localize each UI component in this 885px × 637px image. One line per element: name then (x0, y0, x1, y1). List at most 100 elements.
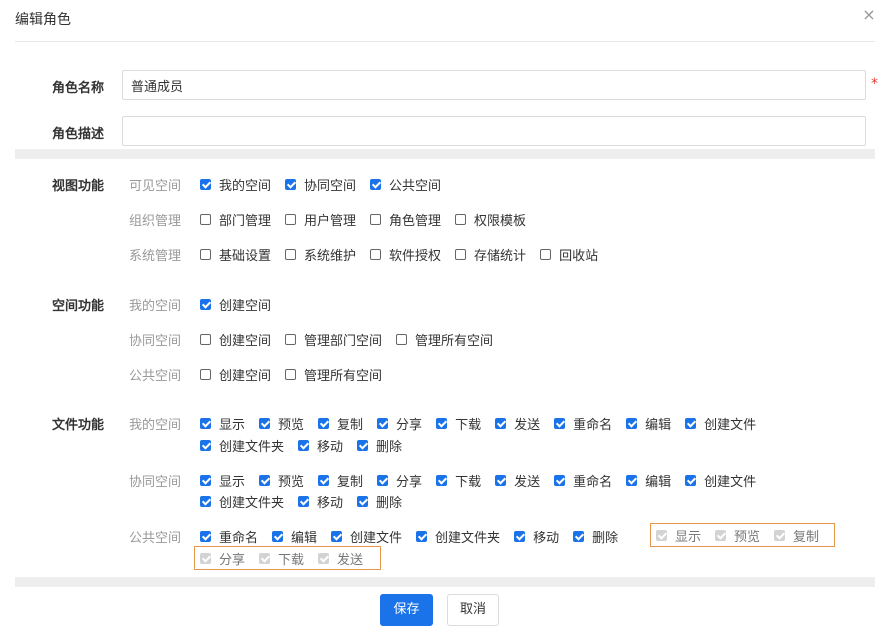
checkbox-option[interactable]: 删除 (573, 525, 618, 547)
checkbox-option[interactable]: 协同空间 (285, 173, 356, 195)
checkbox-checked-icon[interactable] (436, 417, 448, 429)
checkbox-checked-icon[interactable] (331, 530, 343, 542)
checkbox-checked-icon[interactable] (554, 417, 566, 429)
checkbox-option[interactable]: 复制 (318, 469, 363, 491)
checkbox-checked-icon[interactable] (200, 178, 211, 190)
checkbox-option[interactable]: 权限模板 (455, 208, 526, 230)
checkbox-empty-icon[interactable] (200, 333, 211, 345)
checkbox-option[interactable]: 显示 (200, 412, 245, 434)
checkbox-option[interactable]: 回收站 (540, 243, 598, 265)
checkbox-checked-icon[interactable] (495, 474, 507, 486)
checkbox-empty-icon[interactable] (455, 248, 467, 260)
checkbox-checked-icon[interactable] (436, 474, 448, 486)
checkbox-checked-icon[interactable] (200, 298, 211, 310)
checkbox-option[interactable]: 角色管理 (370, 208, 441, 230)
checkbox-option[interactable]: 创建文件 (685, 469, 756, 491)
checkbox-option[interactable]: 分享 (377, 469, 422, 491)
checkbox-checked-icon[interactable] (200, 530, 211, 542)
cancel-button[interactable]: 取消 (447, 594, 499, 626)
checkbox-checked-icon[interactable] (200, 417, 211, 429)
close-icon[interactable]: × (860, 6, 878, 24)
checkbox-checked-icon[interactable] (685, 417, 697, 429)
checkbox-option[interactable]: 管理部门空间 (285, 328, 382, 350)
checkbox-empty-icon[interactable] (200, 248, 211, 260)
checkbox-option[interactable]: 部门管理 (200, 208, 271, 230)
checkbox-checked-icon[interactable] (318, 417, 330, 429)
checkbox-option[interactable]: 移动 (514, 525, 559, 547)
checkbox-option[interactable]: 创建空间 (200, 293, 271, 315)
checkbox-option[interactable]: 移动 (298, 490, 343, 512)
checkbox-checked-icon[interactable] (626, 417, 638, 429)
checkbox-option[interactable]: 发送 (495, 412, 540, 434)
checkbox-checked-icon[interactable] (377, 417, 389, 429)
checkbox-checked-icon[interactable] (298, 439, 310, 451)
checkbox-checked-icon[interactable] (259, 417, 271, 429)
checkbox-checked-icon[interactable] (318, 474, 330, 486)
checkbox-checked-icon[interactable] (259, 474, 271, 486)
checkbox-checked-icon[interactable] (495, 417, 507, 429)
checkbox-option[interactable]: 编辑 (272, 525, 317, 547)
checkbox-checked-icon[interactable] (357, 439, 369, 451)
checkbox-empty-icon[interactable] (285, 213, 297, 225)
checkbox-empty-icon[interactable] (200, 368, 211, 380)
checkbox-empty-icon[interactable] (285, 248, 297, 260)
save-button[interactable]: 保存 (380, 594, 433, 626)
checkbox-option[interactable]: 创建空间 (200, 363, 271, 385)
checkbox-option[interactable]: 创建空间 (200, 328, 271, 350)
checkbox-checked-icon[interactable] (416, 530, 428, 542)
checkbox-option[interactable]: 编辑 (626, 412, 671, 434)
checkbox-checked-icon[interactable] (514, 530, 526, 542)
checkbox-checked-icon[interactable] (200, 495, 211, 507)
checkbox-checked-icon[interactable] (685, 474, 697, 486)
checkbox-option[interactable]: 创建文件夹 (416, 525, 500, 547)
role-desc-input[interactable] (122, 116, 866, 146)
checkbox-option[interactable]: 管理所有空间 (396, 328, 493, 350)
checkbox-option[interactable]: 重命名 (554, 469, 612, 491)
checkbox-checked-icon[interactable] (357, 495, 369, 507)
checkbox-option[interactable]: 下载 (436, 469, 481, 491)
checkbox-checked-icon[interactable] (200, 439, 211, 451)
checkbox-empty-icon[interactable] (200, 213, 211, 225)
checkbox-empty-icon[interactable] (396, 333, 408, 345)
checkbox-checked-icon[interactable] (285, 178, 297, 190)
checkbox-option[interactable]: 软件授权 (370, 243, 441, 265)
checkbox-empty-icon[interactable] (370, 248, 382, 260)
checkbox-checked-icon[interactable] (370, 178, 382, 190)
checkbox-option[interactable]: 复制 (318, 412, 363, 434)
checkbox-option[interactable]: 创建文件 (331, 525, 402, 547)
checkbox-empty-icon[interactable] (540, 248, 552, 260)
checkbox-empty-icon[interactable] (285, 368, 297, 380)
checkbox-option[interactable]: 预览 (259, 469, 304, 491)
checkbox-option[interactable]: 我的空间 (200, 173, 271, 195)
checkbox-option[interactable]: 显示 (200, 469, 245, 491)
checkbox-option[interactable]: 系统维护 (285, 243, 356, 265)
checkbox-checked-icon[interactable] (200, 474, 211, 486)
checkbox-empty-icon[interactable] (285, 333, 297, 345)
checkbox-option[interactable]: 创建文件夹 (200, 434, 284, 456)
checkbox-option[interactable]: 用户管理 (285, 208, 356, 230)
checkbox-option[interactable]: 重命名 (200, 525, 258, 547)
checkbox-checked-icon[interactable] (573, 530, 585, 542)
checkbox-option[interactable]: 删除 (357, 490, 402, 512)
checkbox-option[interactable]: 删除 (357, 434, 402, 456)
checkbox-option[interactable]: 发送 (495, 469, 540, 491)
role-name-input[interactable] (122, 70, 866, 100)
checkbox-option[interactable]: 下载 (436, 412, 481, 434)
checkbox-option[interactable]: 公共空间 (370, 173, 441, 195)
checkbox-option[interactable]: 编辑 (626, 469, 671, 491)
checkbox-checked-icon[interactable] (272, 530, 284, 542)
checkbox-empty-icon[interactable] (455, 213, 467, 225)
checkbox-checked-icon[interactable] (554, 474, 566, 486)
checkbox-option[interactable]: 预览 (259, 412, 304, 434)
checkbox-empty-icon[interactable] (370, 213, 382, 225)
checkbox-checked-icon[interactable] (298, 495, 310, 507)
checkbox-option[interactable]: 创建文件夹 (200, 490, 284, 512)
checkbox-option[interactable]: 存储统计 (455, 243, 526, 265)
checkbox-checked-icon[interactable] (626, 474, 638, 486)
checkbox-option[interactable]: 分享 (377, 412, 422, 434)
checkbox-option[interactable]: 创建文件 (685, 412, 756, 434)
checkbox-option[interactable]: 移动 (298, 434, 343, 456)
checkbox-option[interactable]: 管理所有空间 (285, 363, 382, 385)
checkbox-checked-icon[interactable] (377, 474, 389, 486)
checkbox-option[interactable]: 基础设置 (200, 243, 271, 265)
